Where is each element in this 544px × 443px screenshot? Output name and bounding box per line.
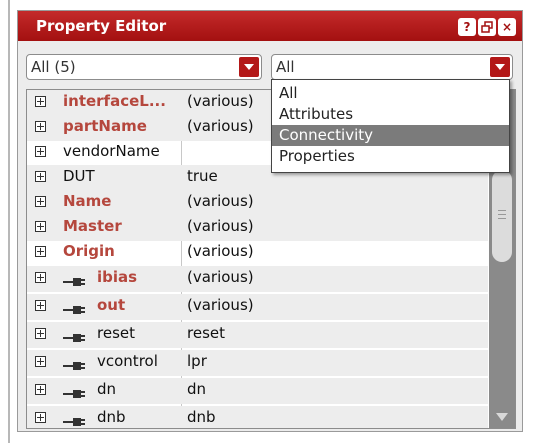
connector-icon (63, 329, 87, 347)
left-edge-divider (8, 0, 10, 443)
property-name: dn (97, 380, 117, 398)
connector-icon (63, 357, 87, 375)
property-value[interactable]: (various) (187, 192, 254, 210)
property-value[interactable]: (various) (187, 268, 254, 286)
table-row[interactable]: Name (various) (27, 190, 488, 216)
property-value[interactable]: (various) (187, 217, 254, 235)
property-name: vcontrol (97, 352, 158, 370)
expand-icon[interactable] (35, 300, 46, 311)
property-value[interactable]: (various) (187, 117, 254, 135)
expand-icon[interactable] (35, 171, 46, 182)
restore-icon (481, 21, 493, 33)
expand-icon[interactable] (35, 121, 46, 132)
property-editor-panel: Property Editor ? × All (5) All interfac… (17, 10, 523, 432)
category-filter-dropdown[interactable]: All (271, 54, 513, 80)
scroll-down-icon[interactable] (492, 410, 512, 424)
window-title: Property Editor (36, 17, 167, 35)
property-name: DUT (63, 167, 95, 185)
property-name: ibias (97, 268, 138, 286)
category-filter-value: All (276, 58, 295, 76)
expand-icon[interactable] (35, 412, 46, 423)
property-name: dnb (97, 408, 126, 426)
table-row[interactable]: dn dn (27, 378, 488, 404)
property-value[interactable]: dnb (187, 408, 216, 426)
chevron-down-icon[interactable] (490, 57, 510, 77)
expand-icon[interactable] (35, 96, 46, 107)
expand-icon[interactable] (35, 328, 46, 339)
connector-icon (63, 301, 87, 319)
menu-option-connectivity[interactable]: Connectivity (272, 125, 509, 146)
property-name: interfaceL... (63, 92, 166, 110)
property-value[interactable]: reset (187, 324, 225, 342)
table-row[interactable]: reset reset (27, 322, 488, 348)
expand-icon[interactable] (35, 221, 46, 232)
property-value[interactable]: true (187, 167, 218, 185)
expand-icon[interactable] (35, 384, 46, 395)
connector-icon (63, 385, 87, 403)
title-bar[interactable]: Property Editor ? × (18, 11, 522, 41)
help-button[interactable]: ? (458, 18, 476, 36)
property-name: Origin (63, 242, 115, 260)
property-value[interactable]: (various) (187, 242, 254, 260)
menu-option-attributes[interactable]: Attributes (272, 104, 509, 125)
property-value[interactable]: lpr (187, 352, 207, 370)
table-row[interactable]: out (various) (27, 294, 488, 320)
property-name: Master (63, 217, 122, 235)
expand-icon[interactable] (35, 356, 46, 367)
table-row[interactable]: dnb dnb (27, 406, 488, 428)
table-row[interactable]: Origin (various) (27, 240, 488, 266)
property-name: out (97, 296, 126, 314)
expand-icon[interactable] (35, 146, 46, 157)
scrollbar-thumb[interactable] (492, 170, 512, 262)
category-dropdown-menu: All Attributes Connectivity Properties (271, 79, 510, 173)
expand-icon[interactable] (35, 246, 46, 257)
menu-option-properties[interactable]: Properties (272, 146, 509, 167)
table-row[interactable]: vcontrol lpr (27, 350, 488, 376)
property-name: vendorName (63, 142, 160, 160)
property-value[interactable]: (various) (187, 92, 254, 110)
object-filter-dropdown[interactable]: All (5) (26, 54, 262, 80)
object-filter-value: All (5) (31, 58, 76, 76)
chevron-down-icon[interactable] (239, 57, 259, 77)
connector-icon (63, 273, 87, 291)
expand-icon[interactable] (35, 196, 46, 207)
property-value[interactable]: dn (187, 380, 206, 398)
table-row[interactable]: Master (various) (27, 215, 488, 241)
close-button[interactable]: × (498, 18, 516, 36)
connector-icon (63, 413, 87, 428)
menu-option-all[interactable]: All (272, 83, 509, 104)
property-name: Name (63, 192, 112, 210)
property-name: partName (63, 117, 147, 135)
property-name: reset (97, 324, 135, 342)
property-value[interactable]: (various) (187, 296, 254, 314)
float-button[interactable] (478, 18, 496, 36)
table-row[interactable]: ibias (various) (27, 266, 488, 292)
expand-icon[interactable] (35, 272, 46, 283)
